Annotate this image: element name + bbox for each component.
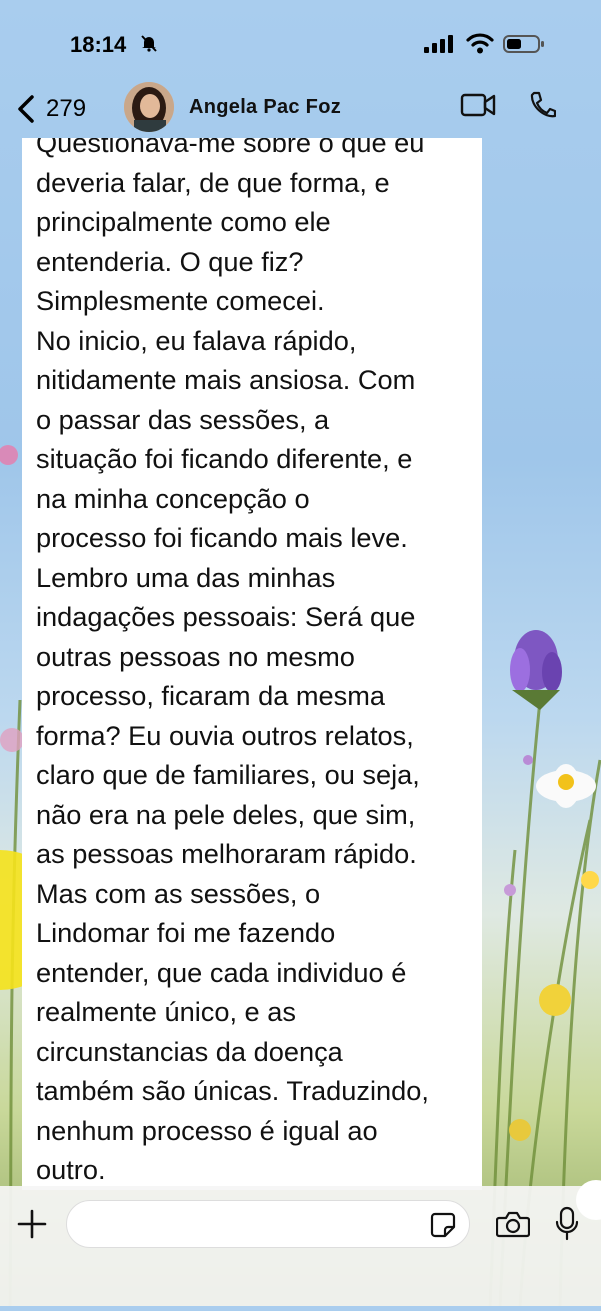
voice-call-icon[interactable] (528, 90, 556, 120)
contact-name[interactable]: Angela Pac Foz (189, 96, 341, 119)
input-bar (0, 1186, 601, 1306)
status-time: 18:14 (70, 32, 127, 57)
avatar[interactable] (124, 82, 174, 132)
wifi-icon (466, 33, 494, 54)
avatar-image (124, 82, 174, 132)
signal-icon (424, 35, 453, 53)
back-button[interactable]: 279 (16, 90, 86, 128)
chat-header: 279 Angela Pac Foz (0, 80, 601, 138)
message-input[interactable] (66, 1200, 470, 1248)
mic-icon[interactable] (555, 1206, 579, 1242)
sticker-icon[interactable] (430, 1212, 456, 1238)
status-bar: 18:14 (0, 0, 601, 80)
battery-icon (503, 35, 544, 53)
back-chevron-icon (18, 95, 34, 123)
video-call-icon[interactable] (460, 92, 496, 118)
unread-count: 279 (46, 95, 87, 122)
plus-icon[interactable] (16, 1208, 48, 1240)
camera-icon[interactable] (496, 1210, 530, 1238)
bell-off-icon (141, 35, 157, 52)
message-bubble[interactable]: Questionava-me sobre o que eu deveria fa… (22, 138, 482, 1190)
message-text: Questionava-me sobre o que eu deveria fa… (36, 138, 429, 1185)
